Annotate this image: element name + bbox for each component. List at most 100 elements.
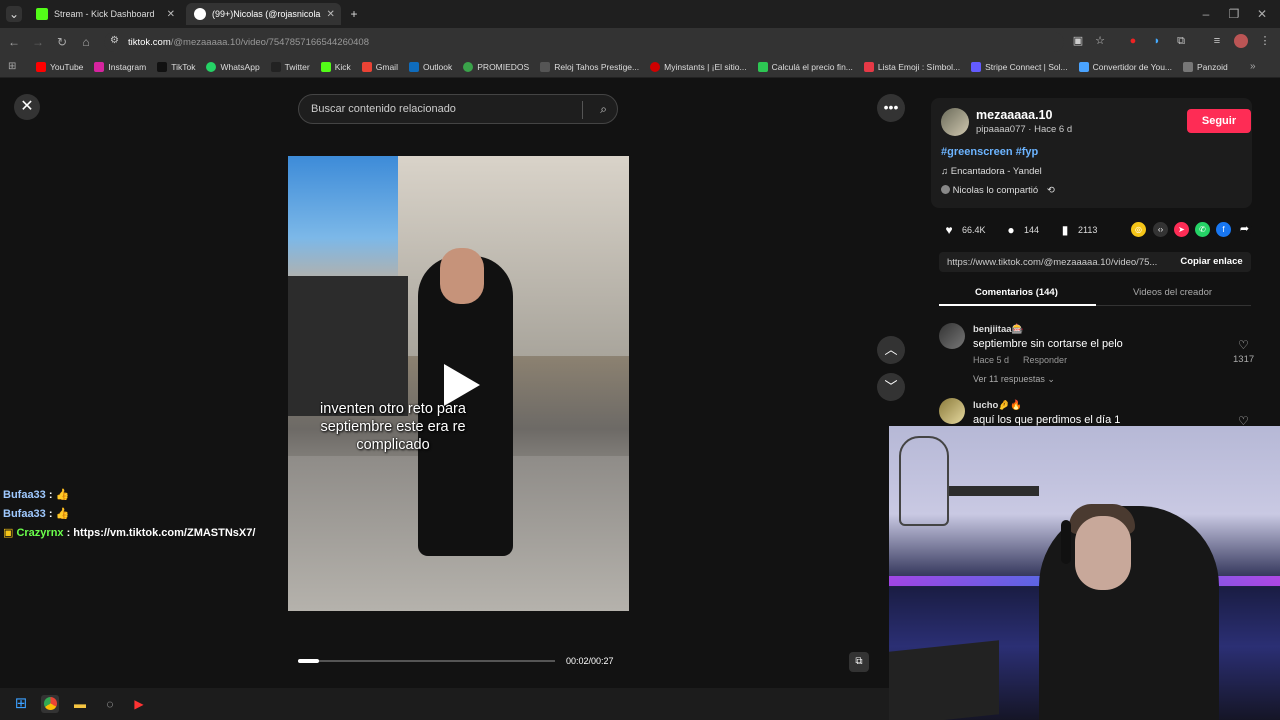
tab-creator-videos[interactable]: Videos del creador [1133, 287, 1212, 298]
site-info-icon[interactable]: ⚙ [110, 35, 119, 46]
close-window-button[interactable]: ✕ [1254, 6, 1270, 22]
reload-icon[interactable]: ↻ [54, 34, 70, 50]
file-explorer-icon[interactable]: ▬ [71, 695, 89, 713]
bookmark-calcula[interactable]: Calculá el precio fin... [757, 61, 853, 72]
bookmark-promiedos[interactable]: PROMIEDOS [463, 61, 529, 72]
bookmark-tiktok[interactable]: TikTok [157, 61, 195, 72]
chrome-icon[interactable] [41, 695, 59, 713]
close-tab-icon[interactable]: ✕ [161, 9, 175, 20]
bookmark-star-icon[interactable]: ☆ [1093, 34, 1107, 48]
windows-start-icon[interactable]: ⊞ [12, 695, 30, 713]
bookmark-myinstants[interactable]: Myinstants | ¡El sitio... [650, 61, 747, 72]
comment-avatar[interactable] [939, 323, 965, 349]
bookmark-emoji[interactable]: Lista Emoji : Símbol... [863, 61, 960, 72]
promiedos-icon [463, 61, 474, 72]
bookmark-twitter[interactable]: Twitter [270, 61, 310, 72]
comment-button[interactable]: ● 144 [1004, 223, 1039, 237]
panzoid-icon [1183, 61, 1194, 72]
tab-comments[interactable]: Comentarios (144) [975, 287, 1058, 298]
kick-icon [320, 61, 331, 72]
mini-player-icon[interactable]: ⧉ [849, 652, 869, 672]
bookmark-outlook[interactable]: Outlook [408, 61, 452, 72]
more-options-button[interactable]: ••• [877, 94, 905, 122]
tab-kick-dashboard[interactable]: Stream - Kick Dashboard ✕ [28, 3, 183, 25]
search-divider [582, 101, 583, 119]
obs-icon[interactable]: ◌ [101, 695, 119, 713]
like-button[interactable]: ♥ 66.4K [942, 223, 985, 237]
extension-red-icon[interactable]: ● [1126, 34, 1140, 48]
extension-blue-icon[interactable]: ◗ [1150, 34, 1164, 48]
cast-icon[interactable]: ▣ [1071, 34, 1085, 48]
close-video-button[interactable]: ✕ [14, 94, 40, 120]
minimize-button[interactable]: – [1198, 6, 1214, 22]
converter-icon [1078, 61, 1089, 72]
forward-icon[interactable]: → [30, 34, 46, 50]
new-tab-button[interactable]: + [346, 6, 362, 22]
follow-button[interactable]: Seguir [1187, 109, 1251, 133]
webcam-overlay [889, 426, 1280, 720]
creator-name[interactable]: mezaaaaa.10 [976, 108, 1052, 122]
send-icon[interactable]: ➤ [1174, 222, 1189, 237]
bookmark-gmail[interactable]: Gmail [361, 61, 398, 72]
bookmark-whatsapp[interactable]: WhatsApp [206, 61, 260, 72]
comment-username[interactable]: lucho🤌🔥 [973, 400, 1022, 411]
progress-fill[interactable] [298, 659, 319, 663]
bookmark-reloj[interactable]: Reloj Tahos Prestige... [540, 61, 639, 72]
previous-video-button[interactable]: ︿ [877, 336, 905, 364]
address-bar[interactable]: ⚙ tiktok.com/@mezaaaaa.10/video/75478571… [104, 32, 1064, 52]
comment-avatar[interactable] [939, 398, 965, 424]
close-tab-icon[interactable]: ✕ [320, 9, 334, 20]
music-link[interactable]: ♫ Encantadora - Yandel [941, 166, 1042, 177]
save-button[interactable]: ▮ 2113 [1058, 223, 1098, 237]
coin-icon[interactable]: ◎ [1131, 222, 1146, 237]
maximize-button[interactable]: ❐ [1226, 6, 1242, 22]
tab-search-button[interactable]: ⌄ [6, 6, 22, 22]
creator-avatar[interactable] [941, 108, 969, 136]
comment-icon: ● [1007, 223, 1015, 237]
myinstants-icon [650, 61, 661, 72]
bookmarks-overflow-icon[interactable]: » [1250, 61, 1256, 72]
next-video-button[interactable]: ﹀ [877, 373, 905, 401]
bookmark-instagram[interactable]: Instagram [94, 61, 146, 72]
share-arrow-icon[interactable]: ➦ [1237, 222, 1252, 237]
facebook-icon[interactable]: f [1216, 222, 1231, 237]
bookmark-stripe[interactable]: Stripe Connect | Sol... [971, 61, 1068, 72]
bookmark-youtube[interactable]: YouTube [36, 61, 83, 72]
menu-icon[interactable]: ⋮ [1258, 34, 1272, 48]
whatsapp-icon [206, 61, 217, 72]
video-time: 00:02/00:27 [566, 656, 614, 666]
copy-link-button[interactable]: Copiar enlace [1172, 252, 1251, 272]
comment-like-icon[interactable]: ♡ [1238, 338, 1249, 352]
outlook-icon [408, 61, 419, 72]
comment-username[interactable]: benjiitaa🎰 [973, 324, 1023, 335]
tiktok-icon [194, 8, 206, 20]
hashtags[interactable]: #greenscreen #fyp [941, 146, 1038, 158]
profile-avatar[interactable] [1234, 34, 1248, 48]
embed-icon[interactable]: ‹› [1153, 222, 1168, 237]
kick-icon [36, 8, 48, 20]
progress-track[interactable] [298, 660, 555, 662]
media-player-icon[interactable]: ▶ [130, 695, 148, 713]
extensions-icon[interactable]: ⧉ [1174, 34, 1188, 48]
gmail-icon [361, 61, 372, 72]
apps-grid-icon[interactable]: ⊞ [8, 61, 16, 72]
globe-icon [540, 61, 551, 72]
bookmark-kick[interactable]: Kick [320, 61, 351, 72]
comment-meta: Hace 5 d Responder [973, 355, 1068, 365]
bookmarks-bar: ⊞ YouTube Instagram TikTok WhatsApp Twit… [0, 56, 1280, 78]
bookmark-convertidor[interactable]: Convertidor de You... [1078, 61, 1172, 72]
home-icon[interactable]: ⌂ [78, 34, 94, 50]
whatsapp-icon[interactable]: ✆ [1195, 222, 1210, 237]
comment-like-count: 1317 [1233, 354, 1255, 365]
reading-list-icon[interactable]: ≡ [1210, 34, 1224, 48]
reply-button[interactable]: Responder [1023, 355, 1067, 365]
view-replies-button[interactable]: Ver 11 respuestas ⌄ [973, 374, 1055, 385]
wall-drawing [899, 436, 949, 526]
streamer-face [1075, 516, 1131, 590]
badge-icon: ▣ [3, 527, 17, 539]
bookmark-panzoid[interactable]: Panzoid [1183, 61, 1228, 72]
tab-tiktok[interactable]: (99+)Nicolas (@rojasnicola ✕ [186, 3, 341, 25]
search-icon[interactable]: ⌕ [600, 102, 607, 117]
search-input[interactable]: Buscar contenido relacionado ⌕ [298, 94, 618, 124]
back-icon[interactable]: ← [6, 34, 22, 50]
